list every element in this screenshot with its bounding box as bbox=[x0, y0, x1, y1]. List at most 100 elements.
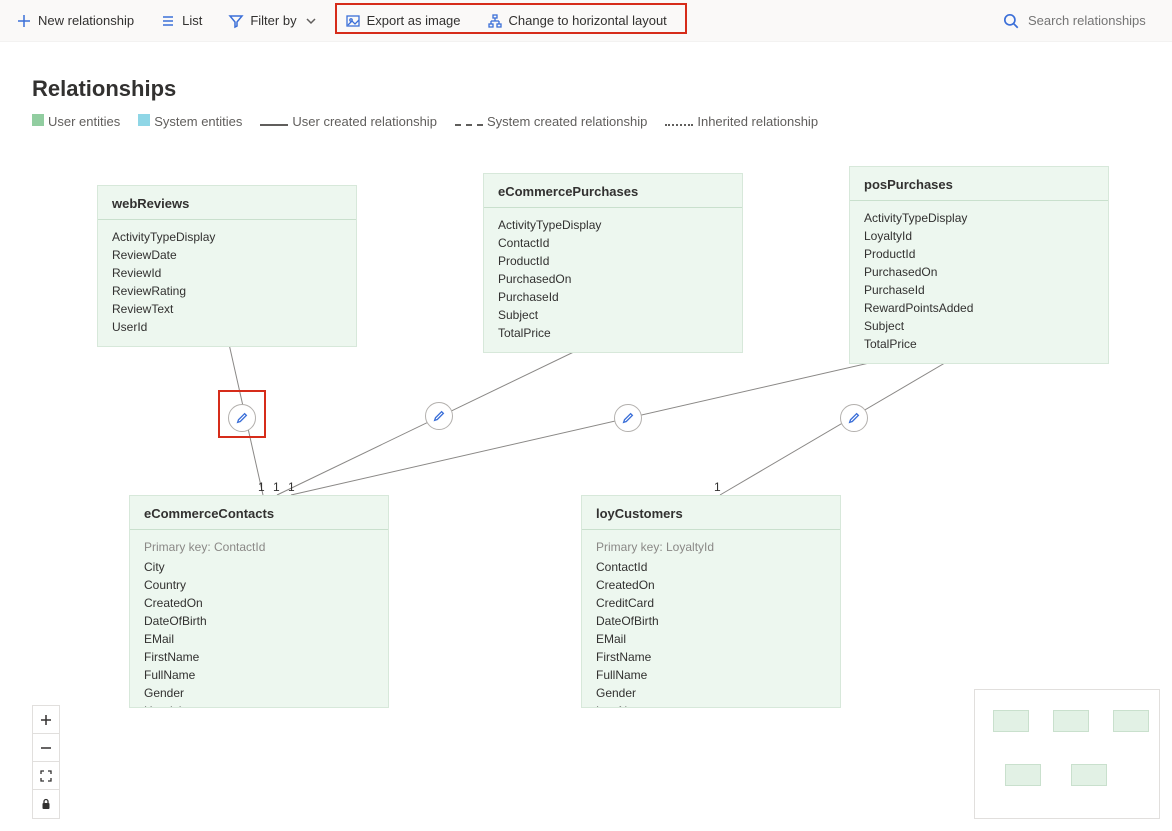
toolbar: New relationship List Filter by Export a… bbox=[0, 0, 1172, 42]
zoom-out-button[interactable] bbox=[33, 734, 59, 762]
change-layout-button[interactable]: Change to horizontal layout bbox=[479, 9, 675, 33]
field: TotalPrice bbox=[498, 324, 728, 342]
entity-title: eCommercePurchases bbox=[484, 174, 742, 208]
entity-title: webReviews bbox=[98, 186, 356, 220]
list-label: List bbox=[182, 13, 202, 28]
entity-fields: Primary key: LoyaltyId ContactId Created… bbox=[582, 530, 840, 708]
field: Gender bbox=[144, 684, 374, 702]
dotted-line-sample bbox=[665, 124, 693, 126]
search-relationships[interactable] bbox=[994, 8, 1164, 34]
minimap-node bbox=[1071, 764, 1107, 786]
minimap[interactable] bbox=[974, 689, 1160, 819]
field: DateOfBirth bbox=[144, 612, 374, 630]
field: ReviewId bbox=[112, 264, 342, 282]
field: Country bbox=[144, 576, 374, 594]
entity-title: loyCustomers bbox=[582, 496, 840, 530]
plus-icon bbox=[40, 714, 52, 726]
field: PurchasedOn bbox=[498, 270, 728, 288]
entity-pospurchases[interactable]: posPurchases ActivityTypeDisplay Loyalty… bbox=[849, 166, 1109, 364]
edit-relationship-2[interactable] bbox=[425, 402, 453, 430]
field: DateOfBirth bbox=[596, 612, 826, 630]
export-image-button[interactable]: Export as image bbox=[337, 9, 469, 33]
legend-system-entities: System entities bbox=[138, 114, 242, 129]
pencil-icon bbox=[235, 411, 249, 425]
solid-line-sample bbox=[260, 124, 288, 126]
field: Subject bbox=[864, 317, 1094, 335]
zoom-controls bbox=[32, 705, 60, 819]
pencil-icon bbox=[847, 411, 861, 425]
field: ReviewDate bbox=[112, 246, 342, 264]
field: ActivityTypeDisplay bbox=[498, 216, 728, 234]
zoom-in-button[interactable] bbox=[33, 706, 59, 734]
hierarchy-icon bbox=[487, 13, 503, 29]
new-relationship-button[interactable]: New relationship bbox=[8, 9, 142, 33]
search-icon bbox=[1002, 12, 1020, 30]
pencil-icon bbox=[621, 411, 635, 425]
entity-fields: ActivityTypeDisplay ContactId ProductId … bbox=[484, 208, 742, 352]
field: FullName bbox=[596, 666, 826, 684]
page-area: Relationships User entities System entit… bbox=[0, 42, 1172, 129]
field: ProductId bbox=[498, 252, 728, 270]
entity-fields: Primary key: ContactId City Country Crea… bbox=[130, 530, 388, 708]
entity-ecommercecontacts[interactable]: eCommerceContacts Primary key: ContactId… bbox=[129, 495, 389, 708]
chevron-down-icon bbox=[303, 13, 319, 29]
pencil-icon bbox=[432, 409, 446, 423]
edit-relationship-1[interactable] bbox=[228, 404, 256, 432]
lock-button[interactable] bbox=[33, 790, 59, 818]
system-entities-swatch bbox=[138, 114, 150, 126]
fullscreen-icon bbox=[40, 770, 52, 782]
edit-relationship-4[interactable] bbox=[840, 404, 868, 432]
field: PurchaseId bbox=[864, 281, 1094, 299]
field: FirstName bbox=[144, 648, 374, 666]
entity-webreviews[interactable]: webReviews ActivityTypeDisplay ReviewDat… bbox=[97, 185, 357, 347]
fit-to-screen-button[interactable] bbox=[33, 762, 59, 790]
entity-ecommercepurchases[interactable]: eCommercePurchases ActivityTypeDisplay C… bbox=[483, 173, 743, 353]
mult-one-4: 1 bbox=[714, 480, 721, 494]
entity-fields: ActivityTypeDisplay ReviewDate ReviewId … bbox=[98, 220, 356, 346]
field: ProductId bbox=[864, 245, 1094, 263]
primary-key: Primary key: ContactId bbox=[144, 538, 374, 556]
dashed-line-sample bbox=[455, 124, 483, 126]
edit-relationship-3[interactable] bbox=[614, 404, 642, 432]
field: ContactId bbox=[596, 558, 826, 576]
field: PurchaseId bbox=[498, 288, 728, 306]
field: TotalPrice bbox=[864, 335, 1094, 353]
field: RewardPointsAdded bbox=[864, 299, 1094, 317]
field: FirstName bbox=[596, 648, 826, 666]
legend-user-rel: User created relationship bbox=[260, 114, 437, 129]
minimap-node bbox=[1053, 710, 1089, 732]
field: CreditCard bbox=[596, 594, 826, 612]
legend-user-entities: User entities bbox=[32, 114, 120, 129]
field: EMail bbox=[144, 630, 374, 648]
field: LoyaltyId bbox=[864, 227, 1094, 245]
user-entities-swatch bbox=[32, 114, 44, 126]
field: ContactId bbox=[498, 234, 728, 252]
field: EMail bbox=[596, 630, 826, 648]
list-button[interactable]: List bbox=[152, 9, 210, 33]
field: PurchasedOn bbox=[864, 263, 1094, 281]
field: FullName bbox=[144, 666, 374, 684]
field: CreatedOn bbox=[144, 594, 374, 612]
filter-icon bbox=[228, 13, 244, 29]
page-title: Relationships bbox=[32, 76, 1140, 102]
search-input[interactable] bbox=[1026, 12, 1156, 29]
minimap-node bbox=[993, 710, 1029, 732]
minus-icon bbox=[40, 742, 52, 754]
entity-loycustomers[interactable]: loyCustomers Primary key: LoyaltyId Cont… bbox=[581, 495, 841, 708]
field: ActivityTypeDisplay bbox=[112, 228, 342, 246]
image-icon bbox=[345, 13, 361, 29]
legend-system-rel: System created relationship bbox=[455, 114, 647, 129]
legend-inherited-rel: Inherited relationship bbox=[665, 114, 818, 129]
field: ActivityTypeDisplay bbox=[864, 209, 1094, 227]
filter-by-button[interactable]: Filter by bbox=[220, 9, 326, 33]
field: City bbox=[144, 558, 374, 576]
mult-one-3: 1 bbox=[288, 480, 295, 494]
entity-title: posPurchases bbox=[850, 167, 1108, 201]
primary-key: Primary key: LoyaltyId bbox=[596, 538, 826, 556]
field: LastName bbox=[596, 702, 826, 708]
field: Headshot bbox=[144, 702, 374, 708]
filter-by-label: Filter by bbox=[250, 13, 296, 28]
minimap-node bbox=[1005, 764, 1041, 786]
legend: User entities System entities User creat… bbox=[32, 114, 1140, 129]
field: Gender bbox=[596, 684, 826, 702]
